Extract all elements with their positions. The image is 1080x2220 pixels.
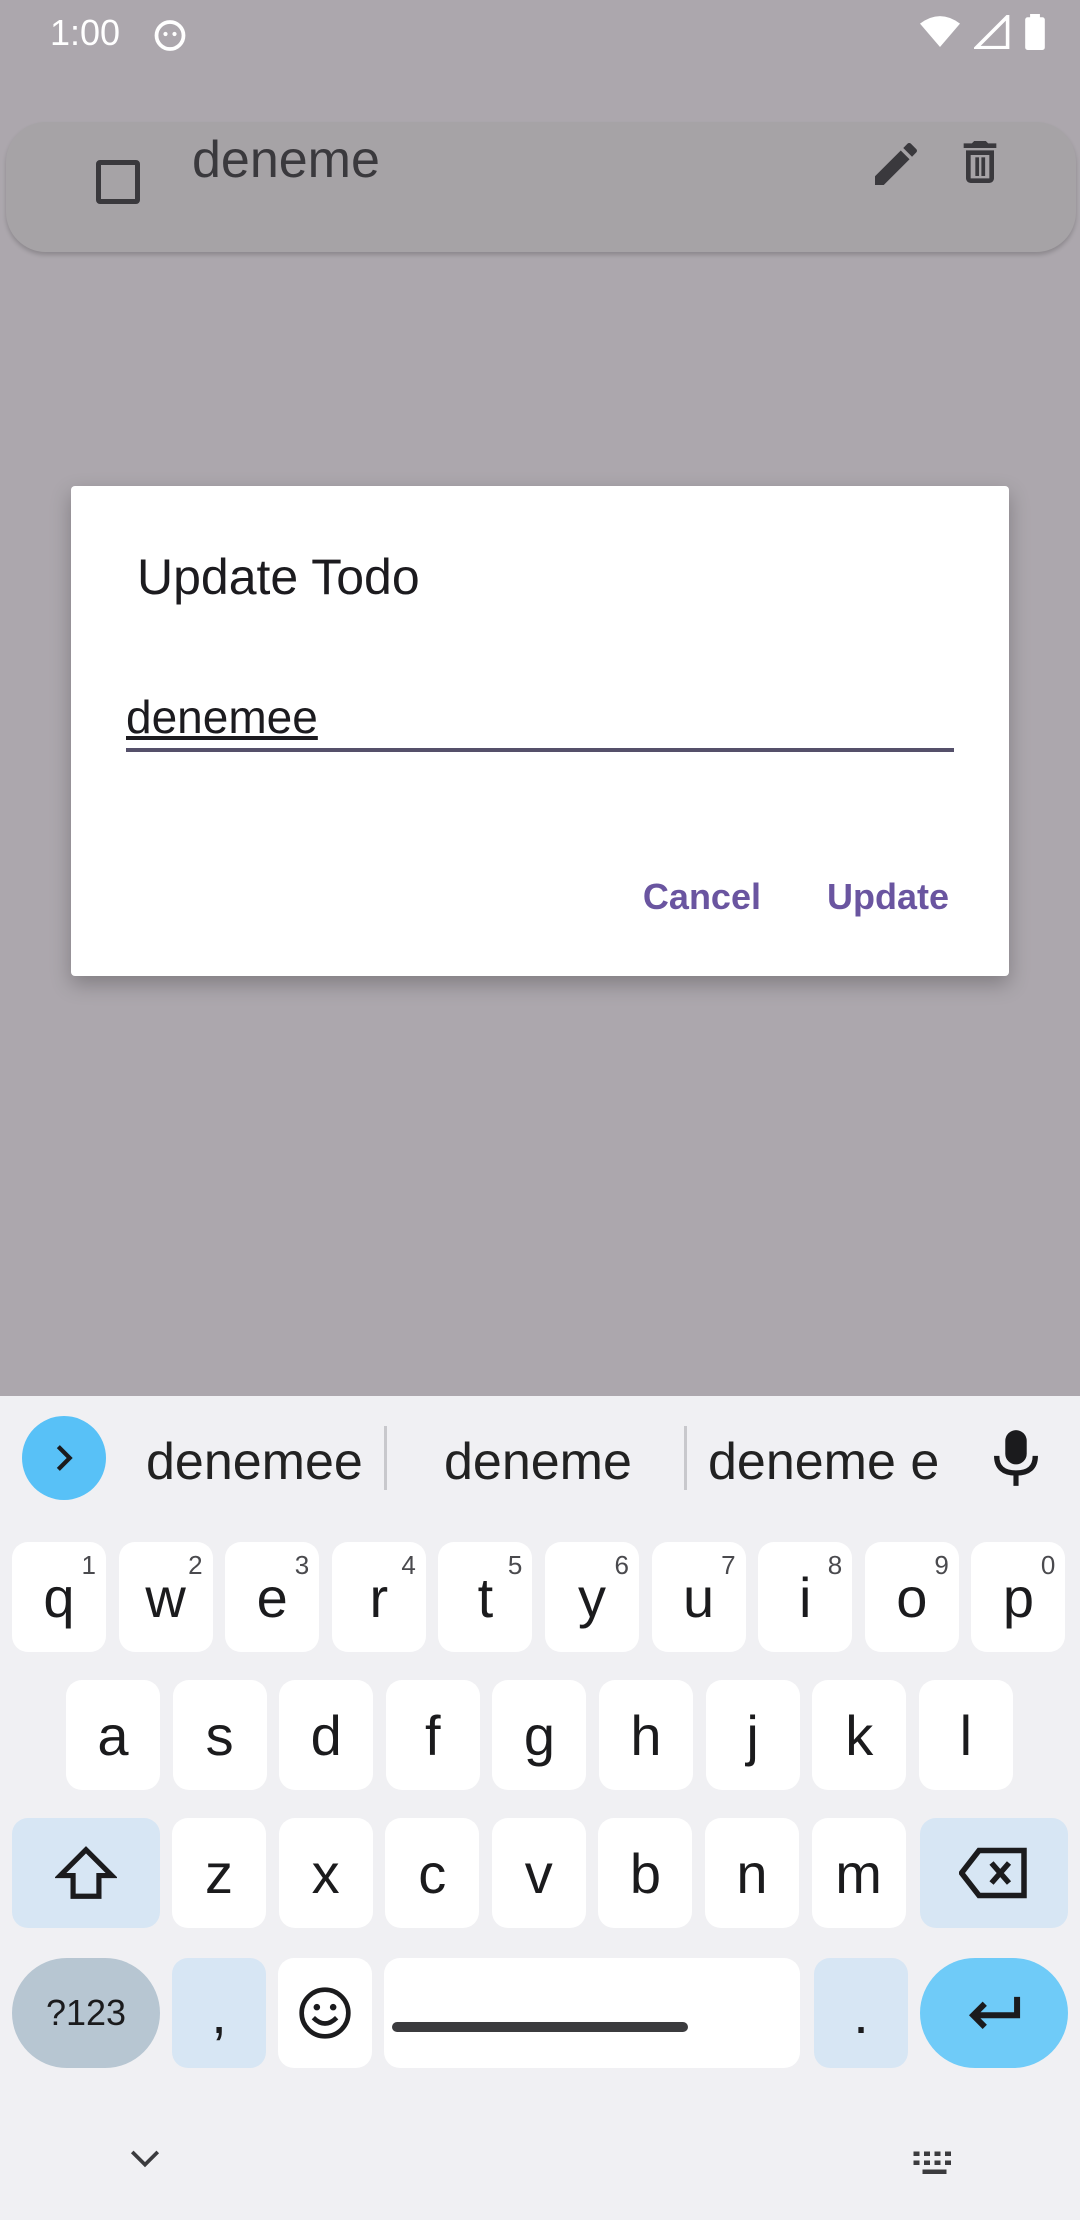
key-number-hint: 1 (81, 1550, 96, 1580)
suggestion-strip: denemee deneme deneme e (0, 1396, 1080, 1516)
home-gesture-bar[interactable] (392, 2022, 688, 2032)
status-time: 1:00 (50, 12, 121, 53)
update-todo-dialog: Update Todo Cancel Update (71, 486, 1009, 976)
key-number-hint: 3 (294, 1550, 310, 1580)
microphone-icon[interactable] (990, 1428, 1042, 1488)
suggestion-3[interactable]: deneme e (708, 1432, 939, 1492)
cancel-button[interactable]: Cancel (643, 876, 761, 918)
key-number-hint: 5 (507, 1550, 523, 1580)
suggestion-divider (384, 1426, 387, 1490)
comma-key[interactable]: , (172, 1958, 266, 2068)
key-c[interactable]: c (385, 1818, 480, 1928)
update-button[interactable]: Update (827, 876, 949, 918)
key-x[interactable]: x (278, 1818, 373, 1928)
backspace-icon (959, 1847, 1027, 1899)
key-o[interactable]: o9 (864, 1542, 959, 1652)
key-label: q (43, 1565, 75, 1629)
key-s[interactable]: s (172, 1680, 267, 1790)
key-number-hint: 0 (1040, 1550, 1056, 1580)
suggestion-divider (684, 1426, 687, 1490)
key-number-hint: 4 (401, 1550, 416, 1580)
symbols-key[interactable]: ?123 (12, 1958, 160, 2068)
edit-pencil-icon[interactable] (868, 136, 924, 192)
key-w[interactable]: w2 (118, 1542, 213, 1652)
key-label: y (578, 1565, 606, 1629)
key-z[interactable]: z (172, 1818, 266, 1928)
key-label: r (369, 1565, 389, 1629)
wifi-icon (920, 16, 960, 47)
suggestion-1[interactable]: denemee (146, 1432, 363, 1492)
key-k[interactable]: k (812, 1680, 907, 1790)
dialog-title: Update Todo (137, 549, 420, 605)
delete-trash-icon[interactable] (952, 134, 1008, 190)
key-label: e (256, 1565, 288, 1629)
key-number-hint: 6 (614, 1550, 629, 1580)
key-label: t (477, 1565, 494, 1629)
keyboard-switch-icon[interactable] (912, 2150, 960, 2180)
key-number-hint: 9 (934, 1550, 949, 1580)
shift-key[interactable] (12, 1818, 160, 1928)
signal-icon (974, 15, 1010, 49)
status-bar: 1:00 (0, 0, 1080, 66)
hide-keyboard-chevron-icon[interactable] (128, 2146, 162, 2172)
key-a[interactable]: a (66, 1680, 160, 1790)
key-j[interactable]: j (705, 1680, 800, 1790)
key-l[interactable]: l (918, 1680, 1013, 1790)
backspace-key[interactable] (920, 1818, 1068, 1928)
dialog-actions: Cancel Update (643, 876, 949, 918)
emoji-key[interactable] (278, 1958, 372, 2068)
key-t[interactable]: t5 (438, 1542, 533, 1652)
chevron-right-icon (56, 1445, 73, 1471)
soft-keyboard: denemee deneme deneme e ?123 , . q 1 w 2… (0, 1396, 1080, 2220)
key-m[interactable]: m (811, 1818, 906, 1928)
key-r[interactable]: r4 (331, 1542, 426, 1652)
key-number-hint: 7 (721, 1550, 736, 1580)
key-label: w (145, 1565, 186, 1629)
period-key[interactable]: . (814, 1958, 908, 2068)
key-d[interactable]: d (279, 1680, 374, 1790)
todo-text: deneme (192, 131, 380, 189)
keyboard-bottom-bar (0, 2120, 1080, 2220)
battery-icon (1025, 14, 1045, 50)
key-label: o (896, 1565, 928, 1629)
key-b[interactable]: b (598, 1818, 693, 1928)
todo-text-input[interactable] (126, 686, 954, 752)
todo-checkbox[interactable] (96, 160, 140, 204)
notification-cat-icon (154, 20, 186, 51)
key-y[interactable]: y6 (545, 1542, 639, 1652)
key-number-hint: 8 (827, 1550, 843, 1580)
key-h[interactable]: h (599, 1680, 693, 1790)
shift-arrow-icon (55, 1846, 117, 1899)
status-icons (920, 14, 1046, 50)
key-label: p (1002, 1565, 1034, 1629)
key-n[interactable]: n (705, 1818, 799, 1928)
key-label: u (683, 1565, 715, 1629)
key-label: i (798, 1565, 812, 1629)
space-key[interactable] (384, 1958, 800, 2068)
key-p[interactable]: p0 (971, 1542, 1066, 1652)
screen: 1:00 deneme Update Todo Cancel (0, 0, 1080, 2220)
key-g[interactable]: g (492, 1680, 587, 1790)
emoji-smile-icon (299, 1987, 351, 2039)
key-q[interactable]: q1 (12, 1542, 106, 1652)
enter-arrow-icon (968, 1996, 1021, 2029)
key-e[interactable]: e3 (225, 1542, 320, 1652)
key-v[interactable]: v (491, 1818, 586, 1928)
suggestion-2[interactable]: deneme (444, 1432, 632, 1492)
key-f[interactable]: f (385, 1680, 480, 1790)
key-u[interactable]: u7 (651, 1542, 746, 1652)
expand-toolbar-button[interactable] (22, 1416, 106, 1500)
enter-key[interactable] (920, 1958, 1068, 2068)
key-number-hint: 2 (188, 1550, 203, 1580)
key-i[interactable]: i8 (758, 1542, 853, 1652)
